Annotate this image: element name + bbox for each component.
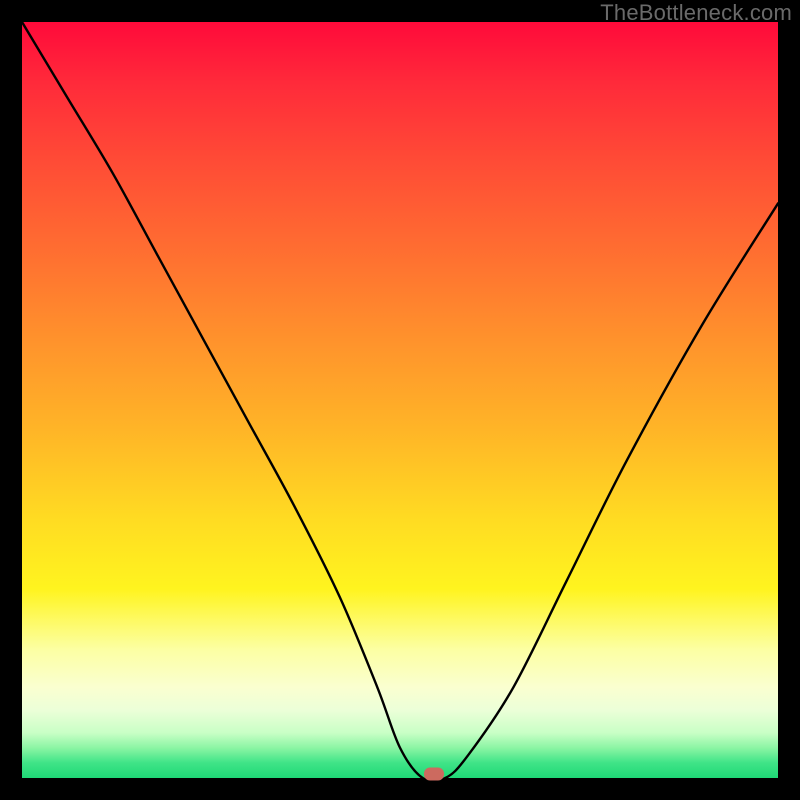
curve-svg	[22, 22, 778, 778]
optimum-marker	[424, 768, 444, 781]
bottleneck-curve	[22, 22, 778, 778]
plot-area	[22, 22, 778, 778]
chart-frame: TheBottleneck.com	[0, 0, 800, 800]
watermark-text: TheBottleneck.com	[600, 0, 792, 26]
